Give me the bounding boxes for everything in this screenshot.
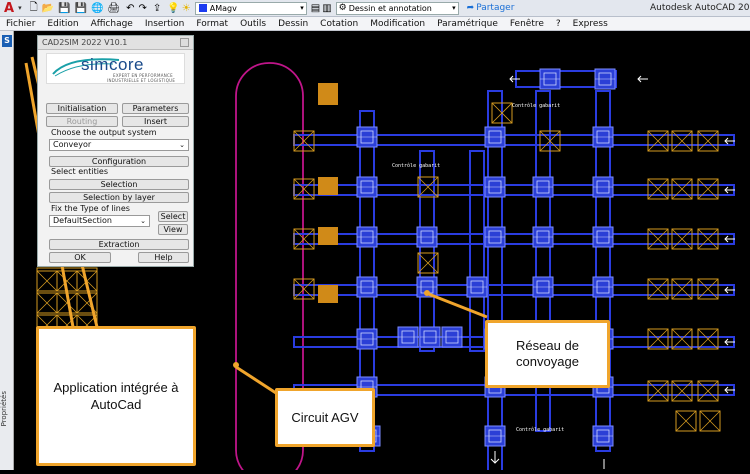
help-button[interactable]: Help bbox=[138, 252, 189, 263]
layer-color-swatch bbox=[198, 4, 207, 12]
routing-button[interactable]: Routing bbox=[46, 116, 118, 127]
logo-tagline-2: INDUSTRIELLE ET LOGISTIQUE bbox=[107, 78, 176, 83]
callout-app-integration: Application intégrée à AutoCad bbox=[36, 326, 196, 466]
callout-app-text: Application intégrée à AutoCad bbox=[53, 380, 179, 412]
share-button[interactable]: ➦ Partager bbox=[467, 3, 515, 13]
menu-dessin[interactable]: Dessin bbox=[272, 19, 314, 29]
sun-icon[interactable]: ☀ bbox=[182, 3, 191, 14]
quick-access-toolbar: A ▾ 🗋 📂 💾 💾 🌐 🖨 ↶ ↷ ⇪ 💡 ☀ AMagv ▾ ▤ ▥ ⚙ … bbox=[0, 0, 750, 17]
layer-name: AMagv bbox=[209, 3, 237, 13]
selection-by-layer-button[interactable]: Selection by layer bbox=[49, 192, 189, 203]
menu-affichage[interactable]: Affichage bbox=[85, 19, 139, 29]
menu-fenetre[interactable]: Fenêtre bbox=[504, 19, 550, 29]
insert-button[interactable]: Insert bbox=[122, 116, 189, 127]
new-file-icon[interactable]: 🗋 bbox=[30, 0, 38, 17]
line-type-value: DefaultSection bbox=[53, 216, 112, 225]
open-icon[interactable]: 📂 bbox=[42, 3, 54, 14]
initialisation-button[interactable]: Initialisation bbox=[46, 103, 118, 114]
menu-help[interactable]: ? bbox=[550, 19, 567, 29]
panel-titlebar: CAD2SIM 2022 V10.1 bbox=[38, 36, 193, 50]
menu-modification[interactable]: Modification bbox=[364, 19, 431, 29]
output-system-label: Choose the output system bbox=[51, 128, 157, 137]
menu-fichier[interactable]: Fichier bbox=[0, 19, 41, 29]
agv-pointer-dot bbox=[233, 362, 239, 368]
layer-dropdown[interactable]: AMagv ▾ bbox=[194, 1, 307, 15]
view-button[interactable]: View bbox=[158, 224, 188, 235]
output-system-value: Conveyor bbox=[53, 140, 92, 149]
share-icon: ➦ bbox=[466, 3, 475, 13]
gear-icon: ⚙ bbox=[338, 3, 347, 13]
properties-strip[interactable]: S Propriétés bbox=[0, 31, 14, 470]
ok-button[interactable]: OK bbox=[49, 252, 111, 263]
callout-agv: Circuit AGV bbox=[275, 388, 375, 447]
select-button[interactable]: Select bbox=[158, 211, 188, 222]
share-small-icon[interactable]: ⇪ bbox=[153, 3, 161, 14]
chevron-down-icon: ▾ bbox=[300, 4, 304, 12]
logo-text: simcore bbox=[81, 55, 145, 74]
control-label-3: Contrôle gabarit bbox=[516, 426, 564, 433]
conveyor-transfer-modules bbox=[356, 68, 616, 447]
conveyor-pointer-dot bbox=[424, 290, 430, 296]
menu-express[interactable]: Express bbox=[567, 19, 614, 29]
callout-conveyor-text: Réseau de convoyage bbox=[516, 338, 579, 369]
menu-edition[interactable]: Edition bbox=[41, 19, 84, 29]
chevron-down-icon: ▾ bbox=[452, 4, 456, 12]
print-icon[interactable]: 🖨 bbox=[107, 3, 120, 14]
workspace-dropdown[interactable]: ⚙ Dessin et annotation ▾ bbox=[335, 1, 459, 15]
control-label-1: Contrôle gabarit bbox=[512, 102, 560, 109]
control-label-2: Contrôle gabarit bbox=[392, 162, 440, 169]
menu-bar: Fichier Edition Affichage Insertion Form… bbox=[0, 17, 750, 31]
menu-cotation[interactable]: Cotation bbox=[314, 19, 364, 29]
share-label: Partager bbox=[476, 3, 515, 13]
panel-title: CAD2SIM 2022 V10.1 bbox=[42, 38, 128, 47]
select-entities-label: Select entities bbox=[51, 167, 109, 176]
line-type-select[interactable]: DefaultSection ⌄ bbox=[49, 215, 150, 227]
menu-parametrique[interactable]: Paramétrique bbox=[431, 19, 504, 29]
dropdown-icon[interactable]: ▾ bbox=[18, 4, 22, 12]
menu-insertion[interactable]: Insertion bbox=[139, 19, 191, 29]
window-title: Autodesk AutoCAD 2022 bbox=[650, 3, 750, 13]
autocad-app-button[interactable]: A bbox=[0, 1, 18, 16]
save-as-icon[interactable]: 💾 bbox=[75, 3, 87, 14]
layer-light-icon[interactable]: 💡 bbox=[167, 3, 179, 14]
callout-conveyor-network: Réseau de convoyage bbox=[485, 320, 610, 388]
callout-agv-text: Circuit AGV bbox=[291, 410, 359, 425]
layer-tool-icon[interactable]: ▤ bbox=[311, 3, 320, 14]
extraction-button[interactable]: Extraction bbox=[49, 239, 189, 250]
save-icon[interactable]: 💾 bbox=[58, 3, 70, 14]
undo-icon[interactable]: ↶ bbox=[126, 3, 134, 14]
redo-icon[interactable]: ↷ bbox=[139, 3, 147, 14]
chevron-down-icon: ⌄ bbox=[179, 141, 185, 149]
layer-tool2-icon[interactable]: ▥ bbox=[322, 3, 331, 14]
properties-label: Propriétés bbox=[0, 391, 8, 427]
fix-type-label: Fix the Type of lines bbox=[51, 204, 130, 213]
close-icon[interactable] bbox=[180, 38, 189, 47]
configuration-button[interactable]: Configuration bbox=[49, 156, 189, 167]
web-icon[interactable]: 🌐 bbox=[91, 3, 103, 14]
selection-button[interactable]: Selection bbox=[49, 179, 189, 190]
menu-format[interactable]: Format bbox=[190, 19, 234, 29]
plugin-s-icon[interactable]: S bbox=[2, 35, 12, 47]
simcore-logo: simcore EXPERT EN PERFORMANCE INDUSTRIEL… bbox=[46, 53, 185, 84]
chevron-down-icon: ⌄ bbox=[140, 217, 146, 225]
workspace-name: Dessin et annotation bbox=[348, 3, 432, 13]
parameters-button[interactable]: Parameters bbox=[122, 103, 189, 114]
cad2sim-panel: CAD2SIM 2022 V10.1 simcore EXPERT EN PER… bbox=[37, 35, 194, 267]
output-system-select[interactable]: Conveyor ⌄ bbox=[49, 139, 189, 151]
menu-outils[interactable]: Outils bbox=[234, 19, 272, 29]
